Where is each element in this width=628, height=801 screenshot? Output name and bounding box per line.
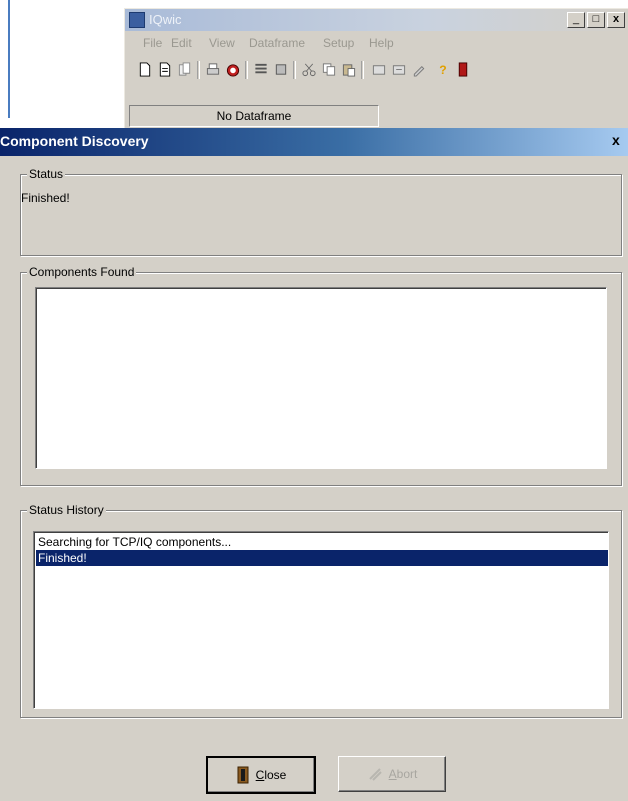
menu-edit[interactable]: Edit [171, 36, 192, 50]
status-group: Status Finished! [20, 167, 622, 256]
dataframe-status: No Dataframe [129, 105, 379, 127]
svg-text:?: ? [439, 63, 446, 77]
exit-icon[interactable] [455, 62, 471, 77]
stack-icon[interactable] [273, 62, 289, 77]
abort-label: bort [396, 767, 418, 781]
menu-help[interactable]: Help [369, 36, 394, 50]
import-icon[interactable] [371, 62, 387, 77]
abort-mnemonic: A [388, 767, 397, 781]
background-app-window: IQwic _ □ x File Edit View Dataframe Set… [124, 8, 628, 131]
document-icon[interactable] [157, 62, 173, 77]
toolbar: ? [125, 57, 628, 83]
abort-button[interactable]: Abort [338, 756, 446, 792]
list-icon[interactable] [253, 62, 269, 77]
edit-icon[interactable] [411, 62, 427, 77]
close-label: lose [264, 768, 287, 782]
paste-icon[interactable] [341, 62, 357, 77]
abort-icon [368, 768, 382, 781]
components-found-label: Components Found [27, 265, 137, 279]
app-icon [129, 12, 145, 28]
status-history-list[interactable]: Searching for TCP/IQ components... Finis… [33, 531, 609, 709]
new-file-icon[interactable] [137, 62, 153, 77]
help-icon[interactable]: ? [435, 62, 451, 77]
dialog-titlebar[interactable]: Component Discovery x [0, 128, 628, 156]
toolbar-separator [245, 61, 248, 79]
menu-file[interactable]: File [143, 36, 162, 50]
status-history-label: Status History [27, 503, 106, 517]
status-label: Status [27, 167, 66, 181]
menu-view[interactable]: View [209, 36, 235, 50]
components-found-list[interactable] [35, 287, 607, 469]
window-close-button[interactable]: x [607, 12, 625, 28]
minimize-button[interactable]: _ [567, 12, 585, 28]
copy-document-icon[interactable] [177, 62, 193, 77]
dialog-close-button[interactable]: x [612, 132, 628, 150]
components-found-group: Components Found [20, 265, 622, 486]
status-text: Finished! [21, 191, 70, 205]
list-item-selected[interactable]: Finished! [36, 550, 608, 566]
background-window-title: IQwic [149, 12, 182, 27]
export-icon[interactable] [391, 62, 407, 77]
copy-icon[interactable] [321, 62, 337, 77]
left-window-edge [8, 0, 10, 118]
background-status-area: No Dataframe [125, 85, 628, 131]
menu-dataframe[interactable]: Dataframe [249, 36, 305, 50]
background-titlebar: IQwic _ □ x [125, 9, 628, 31]
print-icon[interactable] [205, 62, 221, 77]
cut-icon[interactable] [301, 62, 317, 77]
toolbar-separator [293, 61, 296, 79]
menu-bar: File Edit View Dataframe Setup Help [125, 33, 628, 55]
menu-setup[interactable]: Setup [323, 36, 354, 50]
alarm-clock-icon[interactable] [225, 62, 241, 77]
toolbar-separator [197, 61, 200, 79]
maximize-button[interactable]: □ [587, 12, 605, 28]
list-item[interactable]: Searching for TCP/IQ components... [36, 534, 608, 550]
toolbar-separator [361, 61, 364, 79]
component-discovery-dialog: Component Discovery x Status Finished! C… [0, 128, 628, 801]
status-history-group: Status History Searching for TCP/IQ comp… [20, 503, 622, 718]
door-exit-icon [237, 766, 249, 784]
dialog-title: Component Discovery [0, 133, 149, 149]
close-button[interactable]: Close [206, 756, 316, 794]
